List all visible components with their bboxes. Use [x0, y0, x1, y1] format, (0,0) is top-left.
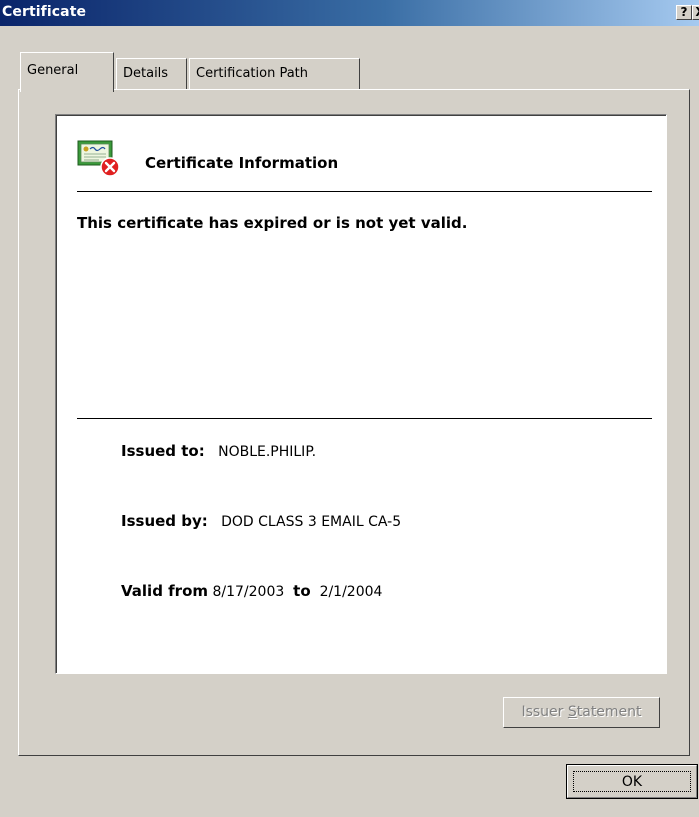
issued-by-label: Issued by:: [121, 512, 208, 530]
details-divider: [77, 418, 652, 419]
tab-details-label: Details: [123, 66, 169, 81]
help-button[interactable]: ?: [676, 5, 692, 20]
certificate-error-icon: [77, 140, 120, 177]
heading-divider: [77, 191, 652, 192]
validity-warning: This certificate has expired or is not y…: [77, 214, 468, 232]
help-icon: ?: [680, 5, 688, 19]
issuer-statement-label-pre: Issuer: [521, 704, 568, 720]
valid-from-label: Valid from: [121, 582, 209, 600]
issued-to-value: NOBLE.PHILIP.: [218, 444, 317, 460]
issued-by-row: Issued by: DOD CLASS 3 EMAIL CA-5: [121, 512, 401, 530]
tab-general[interactable]: General: [20, 52, 114, 92]
window-title: Certificate: [2, 4, 87, 20]
issued-by-value: DOD CLASS 3 EMAIL CA-5: [221, 514, 402, 530]
certificate-info-heading: Certificate Information: [145, 154, 339, 172]
tab-general-label: General: [27, 63, 79, 78]
issuer-statement-button[interactable]: Issuer Statement: [503, 697, 660, 728]
certificate-info-inner: Certificate Information This certificate…: [56, 115, 666, 673]
valid-period-row: Valid from 8/17/2003 to 2/1/2004: [121, 582, 382, 600]
ok-button[interactable]: OK: [566, 764, 698, 799]
tab-details[interactable]: Details: [116, 58, 187, 90]
valid-to-label: to: [293, 582, 311, 600]
ok-button-label: OK: [573, 771, 691, 792]
certificate-dialog: Certificate ? X General Details Certific…: [0, 0, 699, 817]
issuer-statement-label-post: tatement: [576, 704, 642, 720]
title-bar[interactable]: Certificate ? X: [0, 0, 699, 26]
ok-button-bevel: OK: [567, 765, 697, 798]
valid-to-value: 2/1/2004: [319, 584, 383, 600]
tab-certification-path[interactable]: Certification Path: [189, 58, 360, 90]
certificate-info-box: Certificate Information This certificate…: [55, 114, 667, 674]
tab-certification-path-label: Certification Path: [196, 66, 309, 81]
issuer-statement-accelerator: S: [567, 704, 577, 720]
close-button[interactable]: X: [692, 5, 699, 20]
valid-from-value: 8/17/2003: [212, 584, 285, 600]
close-icon: X: [695, 5, 699, 19]
issued-to-row: Issued to: NOBLE.PHILIP.: [121, 442, 316, 460]
issued-to-label: Issued to:: [121, 442, 205, 460]
